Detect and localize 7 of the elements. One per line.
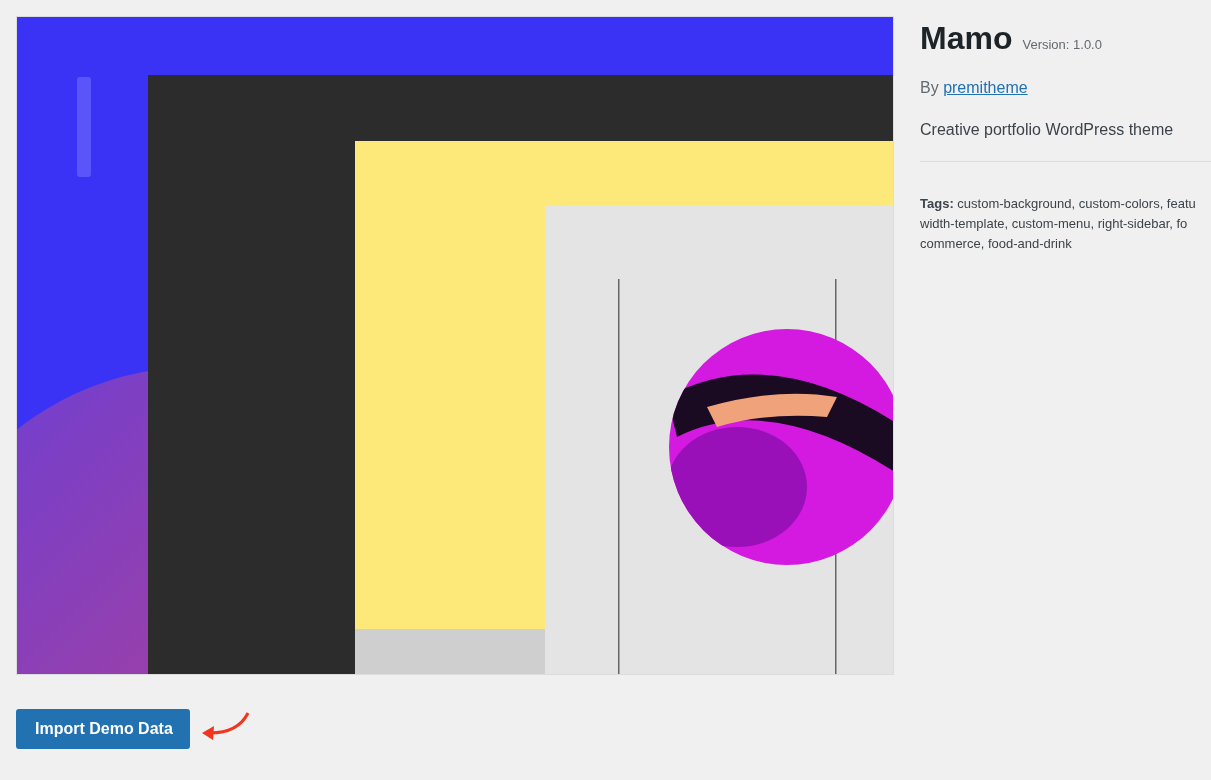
import-demo-data-button[interactable]: Import Demo Data (16, 709, 190, 749)
theme-version: Version: 1.0.0 (1022, 37, 1102, 52)
author-label: By (920, 79, 939, 96)
theme-tags: Tags: custom-background, custom-colors, featu width-template, custom-menu, right-sidebar, fo commerce, food-and-drink (920, 194, 1211, 254)
theme-name: Mamo (920, 19, 1013, 58)
author-link[interactable]: premitheme (943, 79, 1028, 96)
theme-description: Creative portfolio WordPress theme (920, 120, 1175, 140)
